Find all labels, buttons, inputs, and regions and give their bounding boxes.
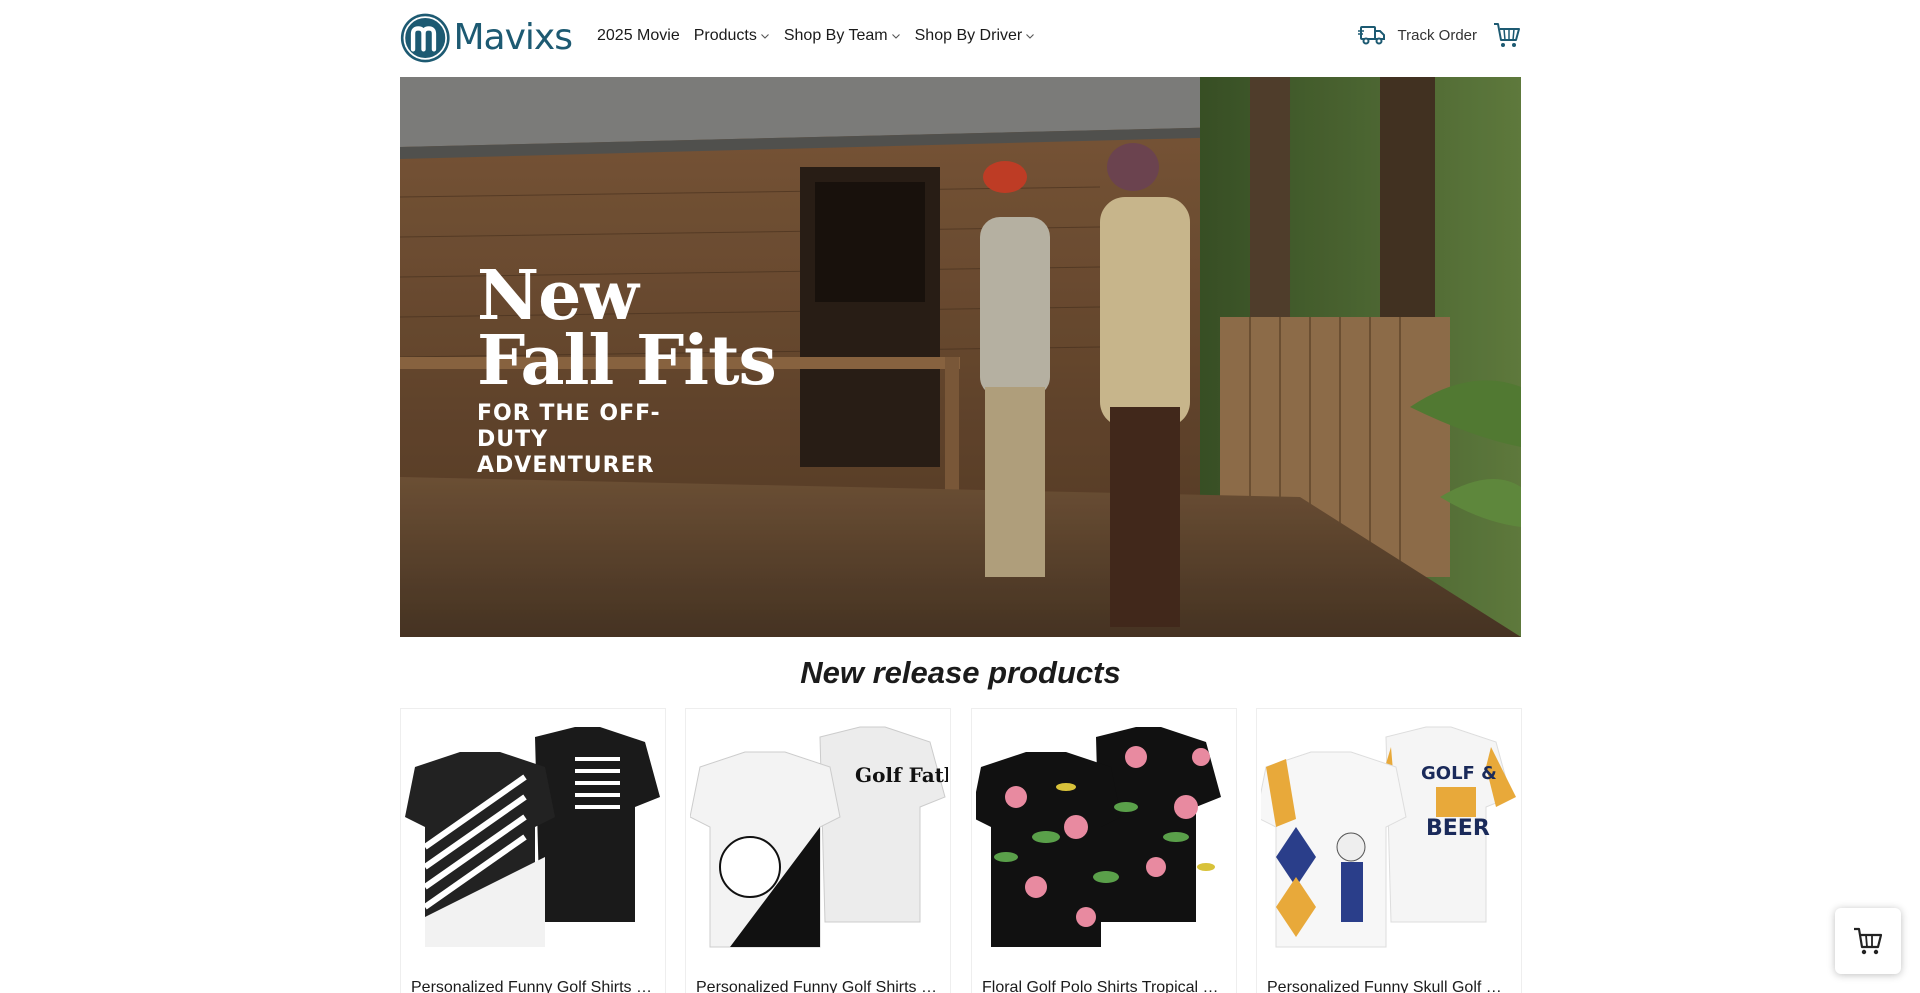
site-header: Mavixs 2025 Movie Products Shop By Team … [400, 0, 1521, 77]
cart-icon[interactable] [1493, 21, 1521, 49]
nav-item-label: 2025 Movie [597, 27, 680, 44]
nav-item-shop-by-driver[interactable]: Shop By Driver [915, 27, 1036, 45]
brand-name: Mavixs [453, 17, 573, 58]
svg-text:Golf Father: Golf Father [855, 763, 948, 787]
nav-item-label: Products [693, 27, 757, 44]
hero-headline: Fall Fits [477, 321, 777, 401]
product-image [405, 717, 663, 963]
product-card[interactable]: Personalized Funny Golf Shirts for Men [400, 708, 666, 993]
product-card[interactable]: Golf Father Personalized Funny Golf Shir… [685, 708, 951, 993]
hero-text: New Fall Fits FOR THE OFF-DUTY ADVENTURE… [477, 256, 777, 479]
hero-subline: FOR THE OFF-DUTY ADVENTURER [477, 401, 661, 478]
nav-item-2025-movie[interactable]: 2025 Movie [597, 27, 680, 45]
product-title[interactable]: Personalized Funny Golf Shirts for Men [696, 979, 941, 993]
product-image [976, 717, 1234, 963]
product-image: GOLF & BEER [1261, 717, 1519, 963]
svg-text:GOLF &: GOLF & [1421, 763, 1497, 784]
chevron-down-icon [1026, 34, 1035, 39]
nav-item-label: Shop By Team [783, 27, 888, 44]
chevron-down-icon [891, 34, 900, 39]
chevron-down-icon [760, 34, 769, 39]
product-title[interactable]: Floral Golf Polo Shirts Tropical Hawaiia… [982, 979, 1227, 993]
hero-headline: New [477, 256, 639, 336]
svg-text:BEER: BEER [1426, 816, 1490, 841]
track-order-link[interactable]: Track Order [1398, 27, 1477, 44]
header-actions: Track Order [1357, 21, 1521, 49]
nav-item-shop-by-team[interactable]: Shop By Team [784, 27, 901, 45]
nav-item-products[interactable]: Products [694, 27, 770, 45]
product-title[interactable]: Personalized Funny Skull Golf Shirts [1267, 979, 1512, 993]
brand-logo[interactable]: Mavixs [400, 9, 573, 67]
section-title: New release products [800, 655, 1121, 690]
product-image: Golf Father [690, 717, 948, 963]
product-card[interactable]: Floral Golf Polo Shirts Tropical Hawaiia… [971, 708, 1237, 993]
product-grid: Personalized Funny Golf Shirts for Men G… [400, 708, 1522, 993]
logo-mark-icon [400, 13, 450, 63]
product-card[interactable]: GOLF & BEER Personalized Funny Skull Gol… [1256, 708, 1522, 993]
truck-icon[interactable] [1357, 23, 1386, 47]
product-title[interactable]: Personalized Funny Golf Shirts for Men [411, 979, 656, 993]
hero-banner[interactable]: New Fall Fits FOR THE OFF-DUTY ADVENTURE… [400, 77, 1521, 637]
nav-item-label: Shop By Driver [914, 27, 1023, 44]
cart-icon [1854, 927, 1883, 955]
floating-cart-button[interactable] [1835, 908, 1901, 974]
main-nav: 2025 Movie Products Shop By Team Shop By… [597, 27, 1049, 45]
